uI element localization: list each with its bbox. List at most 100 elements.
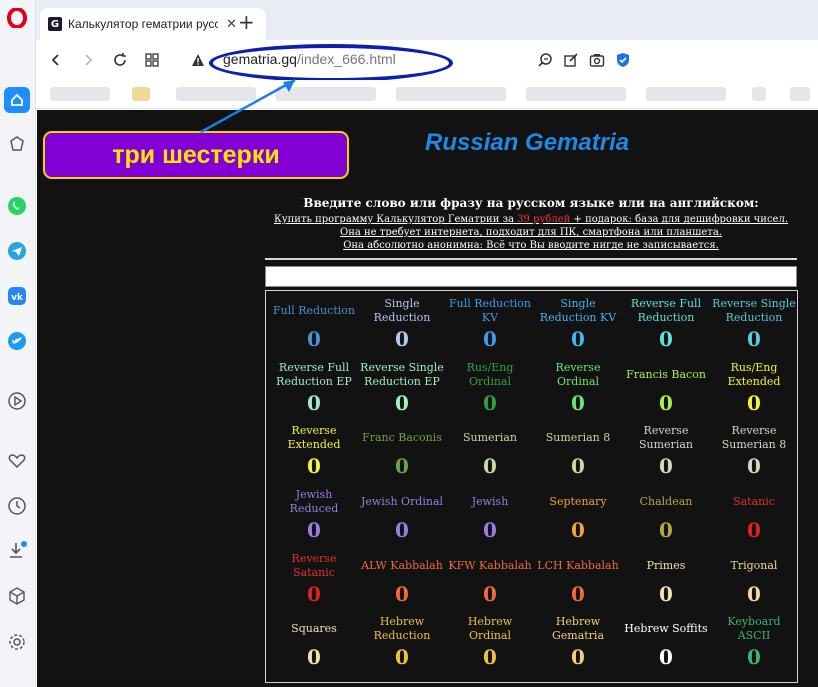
cipher-label[interactable]: Primes — [622, 552, 710, 580]
cipher-cell: Jewish Reduced 0 — [270, 488, 358, 543]
cipher-label[interactable]: Reverse Sumerian — [622, 424, 710, 452]
cipher-label[interactable]: Trigonal — [710, 552, 798, 580]
cipher-label[interactable]: Rus/Eng Extended — [710, 361, 798, 389]
cube-icon[interactable] — [6, 133, 28, 155]
download-icon[interactable] — [6, 540, 28, 562]
cipher-value: 0 — [307, 518, 321, 542]
reload-icon[interactable] — [109, 49, 131, 71]
home-icon[interactable] — [4, 87, 30, 113]
cipher-label[interactable]: Reverse Single Reduction EP — [358, 361, 446, 389]
cipher-cell: Jewish 0 — [446, 488, 534, 543]
vk-icon[interactable]: vk — [6, 285, 28, 307]
cipher-value: 0 — [307, 454, 321, 478]
clock-icon[interactable] — [6, 495, 28, 517]
cipher-value: 0 — [307, 327, 321, 351]
cipher-value: 0 — [307, 582, 321, 606]
camera-icon[interactable] — [588, 51, 606, 69]
bookmark-item[interactable] — [132, 87, 150, 101]
cipher-label[interactable]: Jewish Ordinal — [358, 488, 446, 516]
box-icon[interactable] — [6, 585, 28, 607]
cipher-label[interactable]: KFW Kabbalah — [446, 552, 534, 580]
cipher-cell: Hebrew Reduction 0 — [358, 615, 446, 670]
cipher-label[interactable]: Reverse Extended — [270, 424, 358, 452]
buy-link[interactable]: Купить программу Калькулятор Гематрии за… — [265, 213, 797, 226]
cipher-value: 0 — [659, 454, 673, 478]
cipher-cell: Full Reduction 0 — [270, 297, 358, 352]
cipher-cell: Chaldean 0 — [622, 488, 710, 543]
cipher-label[interactable]: Reverse Full Reduction EP — [270, 361, 358, 389]
cipher-value: 0 — [571, 582, 585, 606]
cipher-label[interactable]: Full Reduction KV — [446, 297, 534, 325]
cipher-value: 0 — [395, 391, 409, 415]
opera-logo-icon[interactable] — [7, 8, 27, 28]
telegram-icon[interactable] — [6, 240, 28, 262]
cipher-value: 0 — [483, 327, 497, 351]
bookmark-item[interactable] — [396, 87, 506, 101]
cipher-label[interactable]: Reverse Ordinal — [534, 361, 622, 389]
forward-icon[interactable] — [77, 49, 99, 71]
cipher-label[interactable]: Reverse Satanic — [270, 552, 358, 580]
divider — [265, 258, 797, 260]
warning-icon[interactable] — [187, 49, 209, 71]
bookmark-item[interactable] — [752, 87, 766, 101]
whatsapp-icon[interactable] — [6, 195, 28, 217]
bookmark-item[interactable] — [526, 87, 626, 101]
shield-icon[interactable] — [614, 51, 632, 69]
cipher-cell: ALW Kabbalah 0 — [358, 552, 446, 607]
speed-dial-icon[interactable] — [141, 49, 163, 71]
cipher-label[interactable]: Hebrew Reduction — [358, 615, 446, 643]
cipher-label[interactable]: Reverse Sumerian 8 — [710, 424, 798, 452]
heart-icon[interactable] — [6, 450, 28, 472]
tab-gematria[interactable]: G Калькулятор гематрии русс ✕ — [40, 8, 266, 40]
cipher-label[interactable]: ALW Kabbalah — [358, 552, 446, 580]
settings-icon[interactable] — [6, 631, 28, 653]
player-icon[interactable] — [6, 390, 28, 412]
cipher-label[interactable]: Sumerian — [446, 424, 534, 452]
cipher-label[interactable]: Francis Bacon — [622, 361, 710, 389]
cipher-label[interactable]: Franc Baconis — [358, 424, 446, 452]
cipher-label[interactable]: Reverse Single Reduction — [710, 297, 798, 325]
search-icon[interactable] — [536, 51, 554, 69]
tab-strip: G Калькулятор гематрии русс ✕ + — [36, 0, 818, 40]
cipher-label[interactable]: Reverse Full Reduction — [622, 297, 710, 325]
cipher-cell: Septenary 0 — [534, 488, 622, 543]
cipher-label[interactable]: Single Reduction — [358, 297, 446, 325]
cipher-label[interactable]: Single Reduction KV — [534, 297, 622, 325]
cipher-label[interactable]: Sumerian 8 — [534, 424, 622, 452]
new-tab-button[interactable]: + — [238, 10, 255, 34]
cipher-label[interactable]: Hebrew Gematria — [534, 615, 622, 643]
cipher-label[interactable]: Rus/Eng Ordinal — [446, 361, 534, 389]
back-icon[interactable] — [45, 49, 67, 71]
page-content: Russian Gematria три шестерки Введите сл… — [37, 78, 818, 687]
cipher-label[interactable]: Jewish — [446, 488, 534, 516]
cipher-label[interactable]: Hebrew Ordinal — [446, 615, 534, 643]
tab-title: Калькулятор гематрии русс — [68, 17, 218, 31]
cipher-cell: Reverse Satanic 0 — [270, 552, 358, 607]
cipher-value: 0 — [659, 518, 673, 542]
bookmark-item[interactable] — [790, 87, 810, 101]
cipher-cell: Primes 0 — [622, 552, 710, 607]
anonymous-note-link[interactable]: Она абсолютно анонимна: Всё что Вы вводи… — [265, 239, 797, 252]
cipher-value: 0 — [307, 391, 321, 415]
cipher-value: 0 — [571, 518, 585, 542]
bookmark-item[interactable] — [646, 87, 726, 101]
cipher-label[interactable]: Septenary — [534, 488, 622, 516]
cipher-cell: Rus/Eng Extended 0 — [710, 361, 798, 416]
cipher-label[interactable]: Hebrew Soffits — [622, 615, 710, 643]
cipher-label[interactable]: LCH Kabbalah — [534, 552, 622, 580]
cipher-cell: LCH Kabbalah 0 — [534, 552, 622, 607]
cipher-label[interactable]: Full Reduction — [270, 297, 358, 325]
edit-icon[interactable] — [562, 51, 580, 69]
tab-close-icon[interactable]: ✕ — [226, 17, 237, 32]
bookmarks-bar — [36, 80, 818, 109]
phrase-input[interactable] — [265, 266, 797, 287]
bookmark-item[interactable] — [50, 87, 110, 101]
offline-note-link[interactable]: Она не требует интернета, подходит для П… — [265, 226, 797, 239]
cipher-label[interactable]: Chaldean — [622, 488, 710, 516]
twitter-icon[interactable] — [6, 330, 28, 352]
cipher-label[interactable]: Satanic — [710, 488, 798, 516]
instructions: Введите слово или фразу на русском языке… — [265, 196, 797, 252]
cipher-label[interactable]: Jewish Reduced — [270, 488, 358, 516]
cipher-label[interactable]: Squares — [270, 615, 358, 643]
cipher-label[interactable]: Keyboard ASCII — [710, 615, 798, 643]
